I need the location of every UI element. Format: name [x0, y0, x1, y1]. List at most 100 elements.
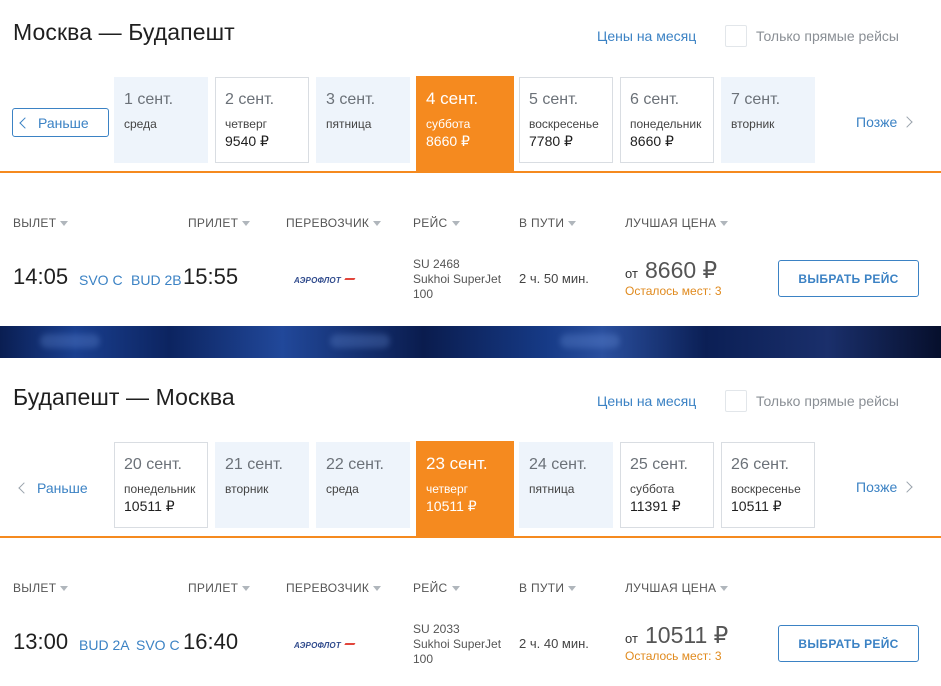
sort-down-icon	[373, 586, 382, 592]
date-cell[interactable]: 21 сент. вторник	[215, 442, 309, 528]
header-label: РЕЙС	[413, 581, 448, 595]
chevron-left-icon	[18, 481, 30, 494]
sort-down-icon	[720, 221, 729, 227]
outbound-section: Москва — Будапешт Цены на месяц Только п…	[0, 0, 941, 326]
month-prices-link[interactable]: Цены на месяц	[597, 393, 696, 409]
later-button[interactable]: Позже	[856, 114, 913, 130]
weekday-label: четверг	[225, 117, 267, 131]
route-title: Будапешт — Москва	[13, 384, 235, 410]
weekday-label: вторник	[225, 482, 269, 496]
direct-flights-checkbox[interactable]	[725, 25, 747, 47]
aircraft-model-suffix: 100	[413, 652, 434, 666]
aircraft-model-suffix: 100	[413, 287, 434, 301]
sort-down-icon	[60, 586, 69, 592]
date-cell[interactable]: 24 сент. пятница	[519, 442, 613, 528]
date-cell[interactable]: 20 сент. понедельник 10511 ₽	[114, 442, 208, 528]
weekday-label: вторник	[731, 117, 775, 131]
date-cell[interactable]: 26 сент. воскресенье 10511 ₽	[721, 442, 815, 528]
header-label: ПЕРЕВОЗЧИК	[286, 216, 370, 230]
date-label: 2 сент.	[225, 91, 275, 108]
sort-arrive[interactable]: ПРИЛЕТ	[188, 216, 251, 230]
header-label: ПРИЛЕТ	[188, 581, 239, 595]
sort-down-icon	[451, 221, 460, 227]
departure-time: 14:05	[13, 264, 69, 289]
date-cell-selected[interactable]: 23 сент. четверг 10511 ₽	[416, 441, 514, 536]
sort-depart[interactable]: ВЫЛЕТ	[13, 216, 69, 230]
aircraft-model: Sukhoi SuperJet	[413, 637, 502, 651]
date-label: 22 сент.	[326, 456, 384, 473]
later-button[interactable]: Позже	[856, 479, 913, 495]
weekday-label: пятница	[529, 482, 575, 496]
departure-airport[interactable]: SVO C	[79, 272, 123, 288]
date-label: 5 сент.	[529, 91, 579, 108]
date-cell[interactable]: 5 сент. воскресенье 7780 ₽	[519, 77, 613, 163]
header-label: ЛУЧШАЯ ЦЕНА	[625, 216, 717, 230]
date-cell-selected[interactable]: 4 сент. суббота 8660 ₽	[416, 76, 514, 171]
date-cell[interactable]: 1 сент. среда	[114, 77, 208, 163]
sort-price[interactable]: ЛУЧШАЯ ЦЕНА	[625, 581, 729, 595]
date-label: 3 сент.	[326, 91, 376, 108]
banner-glow	[40, 334, 100, 348]
date-label: 4 сент.	[426, 89, 479, 108]
sort-down-icon	[451, 586, 460, 592]
seats-left: Осталось мест: 3	[625, 649, 722, 663]
header-label: ВЫЛЕТ	[13, 216, 57, 230]
seats-left: Осталось мест: 3	[625, 284, 722, 298]
sort-arrive[interactable]: ПРИЛЕТ	[188, 581, 251, 595]
divider	[0, 171, 941, 173]
sort-duration[interactable]: В ПУТИ	[519, 216, 577, 230]
arrival-airport[interactable]: BUD 2B	[131, 272, 182, 288]
logo-text: АЭРОФЛОТ	[294, 275, 341, 285]
direct-flights-label[interactable]: Только прямые рейсы	[756, 393, 899, 409]
later-label: Позже	[856, 479, 898, 495]
weekday-label: понедельник	[124, 482, 196, 496]
flight-number: SU 2033	[413, 622, 460, 636]
sort-down-icon	[720, 586, 729, 592]
date-label: 7 сент.	[731, 91, 781, 108]
sort-down-icon	[242, 586, 251, 592]
sort-price[interactable]: ЛУЧШАЯ ЦЕНА	[625, 216, 729, 230]
aeroflot-logo: АЭРОФЛОТ	[294, 274, 368, 286]
sort-down-icon	[568, 586, 577, 592]
earlier-button[interactable]: Раньше	[12, 108, 109, 137]
direct-flights-checkbox[interactable]	[725, 390, 747, 412]
sort-carrier[interactable]: ПЕРЕВОЗЧИК	[286, 216, 382, 230]
decorative-banner	[0, 326, 941, 358]
arrival-airport[interactable]: SVO C	[136, 637, 180, 653]
header-label: В ПУТИ	[519, 581, 565, 595]
weekday-label: суббота	[630, 482, 675, 496]
aeroflot-wing-icon	[342, 642, 356, 648]
weekday-label: суббота	[426, 117, 471, 131]
date-cell[interactable]: 22 сент. среда	[316, 442, 410, 528]
sort-depart[interactable]: ВЫЛЕТ	[13, 581, 69, 595]
date-label: 26 сент.	[731, 456, 789, 473]
arrival-time: 15:55	[183, 264, 239, 289]
departure-airport[interactable]: BUD 2A	[79, 637, 130, 653]
sort-duration[interactable]: В ПУТИ	[519, 581, 577, 595]
date-cell[interactable]: 7 сент. вторник	[721, 77, 815, 163]
aeroflot-logo: АЭРОФЛОТ	[294, 639, 368, 651]
earlier-button[interactable]: Раньше	[12, 473, 109, 502]
weekday-label: среда	[326, 482, 359, 496]
date-label: 1 сент.	[124, 91, 174, 108]
sort-flight[interactable]: РЕЙС	[413, 216, 460, 230]
select-flight-button[interactable]: ВЫБРАТЬ РЕЙС	[778, 260, 919, 297]
flight-info: SU 2468 Sukhoi SuperJet 100	[413, 257, 501, 302]
date-cell[interactable]: 2 сент. четверг 9540 ₽	[215, 77, 309, 163]
sort-carrier[interactable]: ПЕРЕВОЗЧИК	[286, 581, 382, 595]
date-cell[interactable]: 25 сент. суббота 11391 ₽	[620, 442, 714, 528]
header-label: ПЕРЕВОЗЧИК	[286, 581, 370, 595]
weekday-label: воскресенье	[529, 117, 599, 131]
date-label: 6 сент.	[630, 91, 680, 108]
month-prices-link[interactable]: Цены на месяц	[597, 28, 696, 44]
date-price: 11391 ₽	[630, 498, 681, 514]
date-cell[interactable]: 6 сент. понедельник 8660 ₽	[620, 77, 714, 163]
direct-flights-label[interactable]: Только прямые рейсы	[756, 28, 899, 44]
chevron-left-icon	[19, 116, 31, 129]
flight-info: SU 2033 Sukhoi SuperJet 100	[413, 622, 501, 667]
select-flight-button[interactable]: ВЫБРАТЬ РЕЙС	[778, 625, 919, 662]
date-cell[interactable]: 3 сент. пятница	[316, 77, 410, 163]
departure-time: 13:00	[13, 629, 69, 654]
sort-flight[interactable]: РЕЙС	[413, 581, 460, 595]
logo-text: АЭРОФЛОТ	[294, 640, 341, 650]
